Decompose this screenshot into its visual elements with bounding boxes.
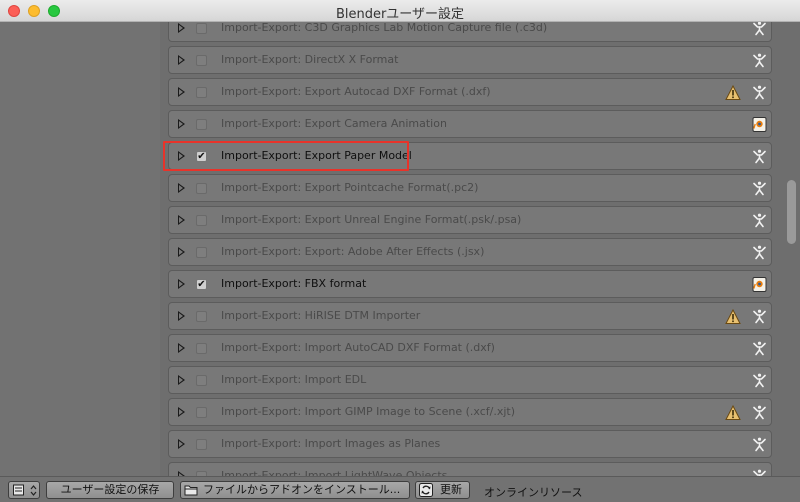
left-panel <box>0 22 160 476</box>
enable-checkbox[interactable] <box>196 215 207 226</box>
community-icon <box>751 22 768 37</box>
enable-checkbox[interactable] <box>196 55 207 66</box>
editor-type-button[interactable] <box>8 481 40 499</box>
official-icon <box>751 116 768 133</box>
expand-arrow-icon[interactable] <box>178 215 185 225</box>
refresh-button[interactable]: 更新 <box>415 481 470 499</box>
addon-name: Import-Export: Import GIMP Image to Scen… <box>221 405 515 418</box>
install-from-file-button[interactable]: ファイルからアドオンをインストール... <box>180 481 410 499</box>
save-preferences-label: ユーザー設定の保存 <box>60 483 160 496</box>
warning-icon <box>725 308 741 325</box>
addon-name: Import-Export: Export Pointcache Format(… <box>221 181 479 194</box>
addon-name: Import-Export: FBX format <box>221 277 367 290</box>
community-icon <box>751 308 768 325</box>
enable-checkbox[interactable] <box>196 407 207 418</box>
addon-row[interactable]: Import-Export: Export Unreal Engine Form… <box>168 206 772 234</box>
expand-arrow-icon[interactable] <box>178 375 185 385</box>
addon-name: Import-Export: DirectX X Format <box>221 53 399 66</box>
addon-name: Import-Export: Export Unreal Engine Form… <box>221 213 522 226</box>
addon-row[interactable]: Import-Export: Import LightWave Objects <box>168 462 772 476</box>
warning-icon <box>725 84 741 101</box>
scrollbar[interactable] <box>784 22 800 476</box>
enable-checkbox[interactable] <box>196 23 207 34</box>
community-icon <box>751 84 768 101</box>
community-icon <box>751 340 768 357</box>
addon-row[interactable]: Import-Export: Import Images as Planes <box>168 430 772 458</box>
refresh-label: 更新 <box>440 483 462 496</box>
addon-row[interactable]: Import-Export: Import EDL <box>168 366 772 394</box>
enable-checkbox[interactable]: ✔ <box>196 279 207 290</box>
community-icon <box>751 436 768 453</box>
refresh-icon <box>419 483 433 497</box>
enable-checkbox[interactable] <box>196 119 207 130</box>
addon-name: Import-Export: Export: Adobe After Effec… <box>221 245 485 258</box>
addon-list: Import-Export: C3D Graphics Lab Motion C… <box>160 22 784 476</box>
addon-name: Import-Export: C3D Graphics Lab Motion C… <box>221 22 548 34</box>
addon-row[interactable]: Import-Export: Import AutoCAD DXF Format… <box>168 334 772 362</box>
addon-row[interactable]: Import-Export: Export Autocad DXF Format… <box>168 78 772 106</box>
addon-row[interactable]: Import-Export: DirectX X Format <box>168 46 772 74</box>
addon-name: Import-Export: Import Images as Planes <box>221 437 441 450</box>
official-icon <box>751 276 768 293</box>
expand-arrow-icon[interactable] <box>178 55 185 65</box>
window-title: Blenderユーザー設定 <box>335 7 465 22</box>
addon-row[interactable]: Import-Export: Import GIMP Image to Scen… <box>168 398 772 426</box>
enable-checkbox[interactable] <box>196 87 207 98</box>
addon-row[interactable]: Import-Export: HiRISE DTM Importer <box>168 302 772 330</box>
expand-arrow-icon[interactable] <box>178 87 185 97</box>
addon-name: Import-Export: Export Autocad DXF Format… <box>221 85 491 98</box>
preferences-icon <box>13 484 24 496</box>
addon-name: Import-Export: Import AutoCAD DXF Format… <box>221 341 495 354</box>
expand-arrow-icon[interactable] <box>178 311 185 321</box>
addon-row[interactable]: Import-Export: C3D Graphics Lab Motion C… <box>168 22 772 42</box>
enable-checkbox[interactable] <box>196 247 207 258</box>
expand-arrow-icon[interactable] <box>178 439 185 449</box>
chevron-updown-icon <box>30 485 37 496</box>
addon-name: Import-Export: Import EDL <box>221 373 367 386</box>
community-icon <box>751 372 768 389</box>
community-icon <box>751 52 768 69</box>
save-preferences-button[interactable]: ユーザー設定の保存 <box>46 481 174 499</box>
enable-checkbox[interactable] <box>196 311 207 322</box>
expand-arrow-icon[interactable] <box>178 343 185 353</box>
warning-icon <box>725 404 741 421</box>
addon-name: Import-Export: Import LightWave Objects <box>221 469 448 476</box>
expand-arrow-icon[interactable] <box>178 279 185 289</box>
addon-row[interactable]: ✔ Import-Export: FBX format <box>168 270 772 298</box>
expand-arrow-icon[interactable] <box>178 247 185 257</box>
addon-row[interactable]: Import-Export: Export Camera Animation <box>168 110 772 138</box>
addon-name: Import-Export: HiRISE DTM Importer <box>221 309 421 322</box>
expand-arrow-icon[interactable] <box>178 183 185 193</box>
enable-checkbox[interactable] <box>196 343 207 354</box>
community-icon <box>751 212 768 229</box>
community-icon <box>751 180 768 197</box>
expand-arrow-icon[interactable] <box>178 119 185 129</box>
enable-checkbox[interactable] <box>196 439 207 450</box>
folder-icon <box>184 485 198 496</box>
community-icon <box>751 244 768 261</box>
community-icon <box>751 404 768 421</box>
community-icon <box>751 468 768 476</box>
addon-name: Import-Export: Export Camera Animation <box>221 117 447 130</box>
install-from-file-label: ファイルからアドオンをインストール... <box>203 483 401 496</box>
addon-row[interactable]: Import-Export: Export Pointcache Format(… <box>168 174 772 202</box>
bottom-bar: ユーザー設定の保存 ファイルからアドオンをインストール... 更新 オンラインリ… <box>0 476 800 502</box>
online-resources-link[interactable]: オンラインリソース <box>484 484 582 500</box>
addon-row[interactable]: Import-Export: Export: Adobe After Effec… <box>168 238 772 266</box>
enable-checkbox[interactable] <box>196 183 207 194</box>
community-icon <box>751 148 768 165</box>
enable-checkbox[interactable] <box>196 375 207 386</box>
title-bar: Blenderユーザー設定 <box>0 0 800 22</box>
highlight-box <box>163 141 409 171</box>
expand-arrow-icon[interactable] <box>178 23 185 33</box>
expand-arrow-icon[interactable] <box>178 407 185 417</box>
scrollbar-thumb[interactable] <box>787 180 796 244</box>
